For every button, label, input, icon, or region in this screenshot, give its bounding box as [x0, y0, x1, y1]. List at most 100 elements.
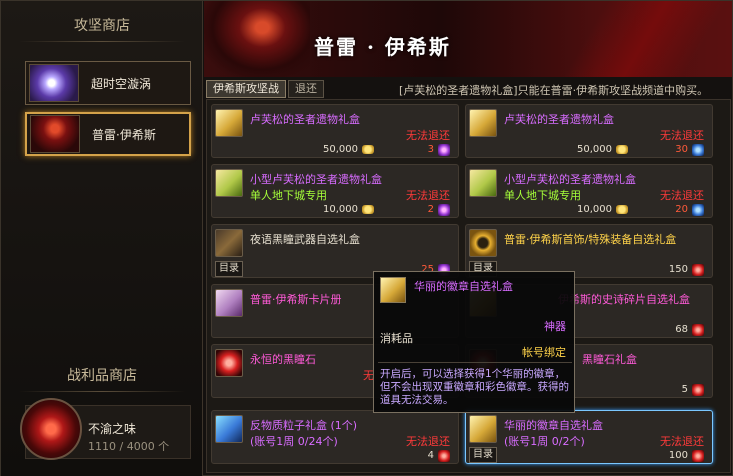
item-point-price: 5	[681, 384, 688, 395]
vortex-thumbnail-icon	[29, 64, 79, 102]
red-gem-icon	[692, 264, 704, 276]
item-name: 反物质粒子礼盒 (1个)	[250, 419, 358, 432]
sidebar-item-label: 普雷·伊希斯	[92, 127, 156, 142]
green-box-icon	[215, 169, 243, 197]
item-restriction: 无法退还	[660, 189, 704, 202]
item-restriction: 无法退还	[660, 129, 704, 142]
purchase-notice: [卢芙松的圣者遗物礼盒]只能在普雷·伊希斯攻坚战频道中购买。	[399, 84, 709, 97]
item-name: 永恒的黑瞳石	[250, 353, 316, 366]
gold-box-icon	[469, 109, 497, 137]
divider	[19, 41, 185, 42]
gold-coin-icon	[362, 205, 374, 214]
catalog-button[interactable]: 目录	[215, 261, 243, 277]
shop-window: 攻坚商店 超时空漩涡 普雷·伊希斯 战利品商店 不渝之味 1110 / 4000…	[0, 0, 733, 476]
tooltip-item-name: 华丽的徽章自选礼盒	[414, 280, 513, 293]
blue-gem-icon	[692, 204, 704, 216]
weapon-icon	[215, 229, 243, 257]
shop-item-card[interactable]: 卢芙松的圣者遗物礼盒 无法退还 50,000 3	[211, 104, 459, 158]
red-gem-icon	[692, 450, 704, 462]
sidebar-item-prey-isis[interactable]: 普雷·伊希斯	[25, 112, 191, 156]
gold-coin-icon	[616, 145, 628, 154]
gold-coin-icon	[616, 205, 628, 214]
trophy-currency: 不渝之味 1110 / 4000 个	[20, 398, 191, 460]
item-gold-price: 50,000	[577, 144, 612, 155]
trophy-shop-title: 战利品商店	[67, 368, 137, 384]
item-point-price: 30	[675, 144, 688, 155]
divider	[378, 362, 572, 363]
item-restriction: 无法退还	[406, 129, 450, 142]
banner-decoration	[524, 1, 732, 77]
tooltip-rarity: 神器	[544, 320, 566, 333]
item-gold-price: 50,000	[323, 144, 358, 155]
gold-box-icon	[215, 109, 243, 137]
shop-item-card[interactable]: 小型卢芙松的圣者遗物礼盒 单人地下城专用 无法退还 10,000 2	[211, 164, 459, 218]
red-orb-icon	[215, 349, 243, 377]
trophy-currency-count: 1110 / 4000 个	[88, 440, 170, 453]
sidebar-item-label: 超时空漩涡	[91, 76, 152, 91]
shop-item-card[interactable]: 普雷·伊希斯首饰/特殊装备自选礼盒 目录 150	[465, 224, 713, 278]
item-name: 普雷·伊希斯首饰/特殊装备自选礼盒	[504, 233, 677, 246]
item-subtitle: (账号1周 0/24个)	[250, 435, 338, 448]
trophy-currency-name: 不渝之味	[88, 422, 137, 436]
shop-item-card[interactable]: 卢芙松的圣者遗物礼盒 无法退还 50,000 30	[465, 104, 713, 158]
trophy-currency-icon	[20, 398, 82, 460]
tooltip-description: 开启后，可以选择获得1个华丽的徽章，但不会出现双重徽章和彩色徽章。获得的道具无法…	[380, 368, 569, 406]
tooltip-binding: 帐号绑定	[522, 346, 566, 359]
item-name: 夜语黑瞳武器自选礼盒	[250, 233, 360, 246]
tab-isis-raid[interactable]: 伊希斯攻坚战	[206, 80, 286, 98]
item-point-price: 3	[427, 144, 434, 155]
item-restriction: 无法退还	[660, 435, 704, 448]
item-name: 普雷·伊希斯卡片册	[250, 293, 342, 306]
item-name: 小型卢芙松的圣者遗物礼盒	[504, 173, 636, 186]
sidebar-item-time-vortex[interactable]: 超时空漩涡	[25, 61, 191, 105]
raid-banner: 普雷 · 伊希斯	[204, 1, 732, 77]
item-name: 卢芙松的圣者遗物礼盒	[250, 113, 360, 126]
boss-portrait-icon	[204, 1, 310, 77]
gold-box-icon	[469, 415, 497, 443]
catalog-button[interactable]: 目录	[469, 447, 497, 463]
item-name: 华丽的徽章自选礼盒	[504, 419, 603, 432]
item-point-price: 2	[427, 204, 434, 215]
item-subtitle: 单人地下城专用	[504, 189, 581, 202]
item-point-price: 4	[427, 450, 434, 461]
card-book-icon	[215, 289, 243, 317]
isis-thumbnail-icon	[30, 115, 80, 153]
shop-item-card[interactable]: 小型卢芙松的圣者遗物礼盒 单人地下城专用 无法退还 10,000 20	[465, 164, 713, 218]
tab-refund[interactable]: 退还	[288, 80, 324, 98]
item-name: 黑瞳石礼盒	[582, 353, 637, 366]
shop-item-card[interactable]: 反物质粒子礼盒 (1个) (账号1周 0/24个) 无法退还 4	[211, 410, 459, 464]
item-restriction: 无法退还	[406, 435, 450, 448]
blue-gem-icon	[692, 144, 704, 156]
item-tooltip: 华丽的徽章自选礼盒 神器 消耗品 帐号绑定 开启后，可以选择获得1个华丽的徽章，…	[373, 271, 575, 413]
item-point-price: 150	[668, 264, 688, 275]
green-box-icon	[469, 169, 497, 197]
raid-shop-title: 攻坚商店	[74, 18, 130, 34]
item-name: 伊希斯的史诗碎片自选礼盒	[558, 293, 690, 306]
gold-coin-icon	[362, 145, 374, 154]
item-subtitle: 单人地下城专用	[250, 189, 327, 202]
purple-gem-icon	[438, 144, 450, 156]
ring-icon	[469, 229, 497, 257]
red-gem-icon	[692, 384, 704, 396]
divider	[19, 391, 185, 392]
shop-item-card-selected[interactable]: 华丽的徽章自选礼盒 (账号1周 0/2个) 无法退还 目录 100	[465, 410, 713, 464]
gold-box-icon	[380, 277, 406, 303]
red-gem-icon	[692, 324, 704, 336]
purple-gem-icon	[438, 204, 450, 216]
item-point-price: 68	[675, 324, 688, 335]
item-point-price: 100	[668, 450, 688, 461]
shop-item-card[interactable]: 夜语黑瞳武器自选礼盒 目录 25	[211, 224, 459, 278]
item-gold-price: 10,000	[577, 204, 612, 215]
shop-tabs: 伊希斯攻坚战 退还	[206, 80, 326, 98]
item-point-price: 20	[675, 204, 688, 215]
item-gold-price: 10,000	[323, 204, 358, 215]
item-name: 小型卢芙松的圣者遗物礼盒	[250, 173, 382, 186]
shop-sidebar: 攻坚商店 超时空漩涡 普雷·伊希斯 战利品商店 不渝之味 1110 / 4000…	[1, 1, 203, 476]
item-subtitle: (账号1周 0/2个)	[504, 435, 585, 448]
red-gem-icon	[438, 450, 450, 462]
antimatter-box-icon	[215, 415, 243, 443]
item-restriction: 无法退还	[406, 189, 450, 202]
item-name: 卢芙松的圣者遗物礼盒	[504, 113, 614, 126]
tooltip-item-type: 消耗品	[380, 332, 413, 345]
banner-title: 普雷 · 伊希斯	[314, 35, 451, 59]
